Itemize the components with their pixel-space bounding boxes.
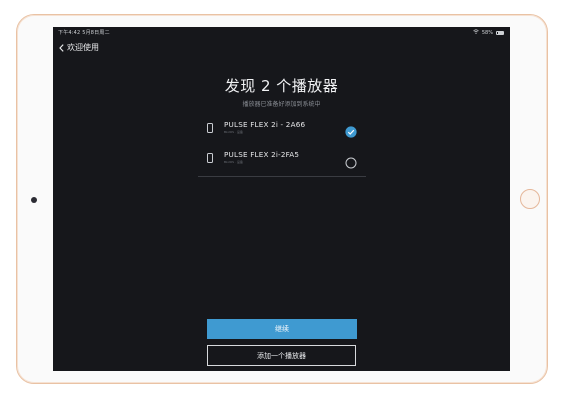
status-time-date: 下午4:42 5月8日周二	[58, 30, 110, 36]
back-button[interactable]: 欢迎使用	[59, 42, 99, 53]
player-detail: BLUOS · 设备	[224, 130, 243, 134]
player-name: PULSE FLEX 2i-2FA5	[224, 150, 300, 159]
app-screen: 下午4:42 5月8日周二 58% 欢迎使用 发现 2 个播放器 播放器已准备好…	[53, 27, 510, 371]
status-indicators: 58%	[473, 29, 504, 36]
player-name: PULSE FLEX 2i - 2A66	[224, 120, 306, 129]
page-title: 发现 2 个播放器	[224, 77, 339, 95]
speaker-icon	[207, 123, 213, 133]
player-item[interactable]: PULSE FLEX 2i - 2A66 BLUOS · 设备	[198, 115, 366, 145]
page-subtitle: 播放器已准备好添加到系统中	[242, 101, 321, 108]
back-label: 欢迎使用	[67, 43, 99, 52]
front-camera	[31, 197, 37, 203]
player-item[interactable]: PULSE FLEX 2i-2FA5 BLUOS · 设备	[198, 145, 366, 177]
status-bar: 下午4:42 5月8日周二 58%	[53, 27, 510, 37]
wifi-icon	[473, 29, 479, 36]
continue-button[interactable]: 继续	[207, 319, 357, 339]
player-detail: BLUOS · 设备	[224, 160, 243, 164]
battery-icon	[496, 30, 504, 35]
radio-unselected-icon[interactable]	[345, 154, 357, 173]
add-player-button[interactable]: 添加一个播放器	[207, 345, 356, 366]
battery-percent: 58%	[481, 29, 493, 36]
home-button[interactable]	[520, 189, 540, 209]
chevron-left-icon	[59, 43, 64, 52]
checkmark-selected-icon[interactable]	[345, 123, 357, 142]
speaker-icon	[207, 153, 213, 163]
